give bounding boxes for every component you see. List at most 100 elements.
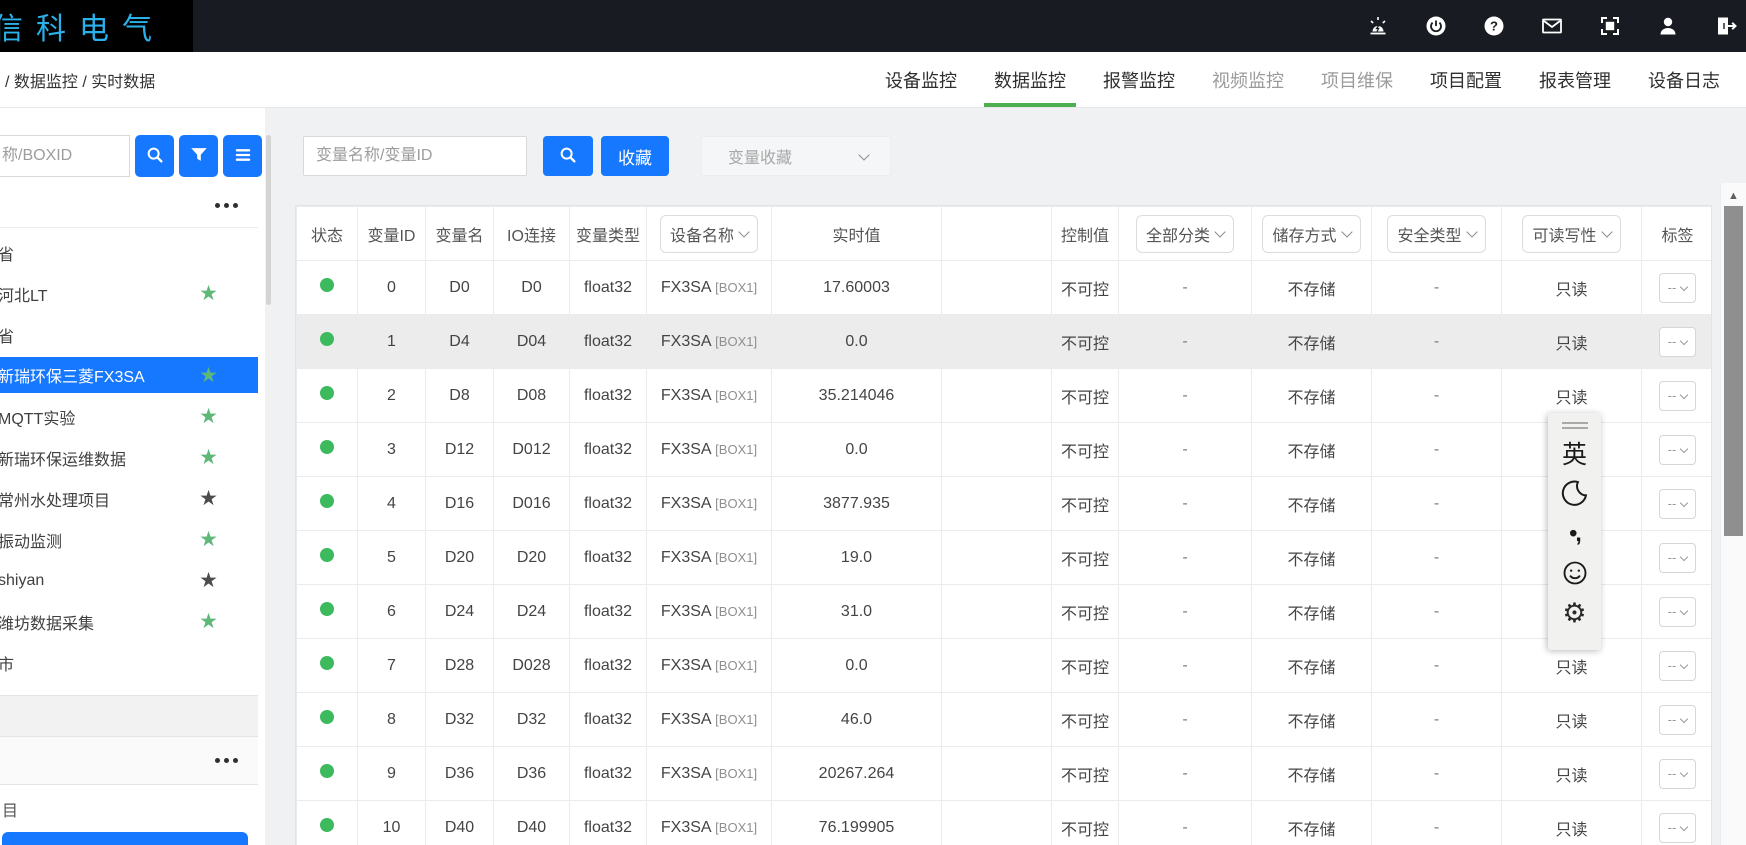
tag-select[interactable]: --	[1659, 435, 1697, 465]
sidebar-project-item[interactable]: 省 ★	[0, 232, 258, 273]
table-row[interactable]: 2 D8 D08 float32 FX3SA [BOX1] 35.214046 …	[297, 369, 1713, 423]
tag-select[interactable]: --	[1659, 381, 1697, 411]
favorite-button[interactable]: 收藏	[601, 136, 669, 176]
nav-tab-视频监控[interactable]: 视频监控	[1212, 52, 1284, 107]
tag-select[interactable]: --	[1659, 651, 1697, 681]
page-scrollbar[interactable]: ▲	[1720, 183, 1746, 845]
rw-select[interactable]: 可读写性	[1522, 215, 1620, 253]
tag-select[interactable]: --	[1659, 597, 1697, 627]
mail-icon[interactable]	[1540, 14, 1564, 38]
realtime-value-cell: 3877.935	[772, 477, 942, 531]
sidebar-scrollbar-thumb[interactable]	[266, 135, 271, 305]
project-search-button[interactable]	[135, 135, 174, 177]
tag-select[interactable]: --	[1659, 273, 1697, 303]
drag-handle-icon[interactable]	[1562, 422, 1588, 429]
sidebar-project-item[interactable]: 振动监测 ★	[0, 519, 258, 560]
tag-select[interactable]: --	[1659, 489, 1697, 519]
table-row[interactable]: 4 D16 D016 float32 FX3SA [BOX1] 3877.935…	[297, 477, 1713, 531]
logout-icon[interactable]	[1714, 14, 1738, 38]
nav-tab-项目配置[interactable]: 项目配置	[1430, 52, 1502, 107]
tag-select[interactable]: --	[1659, 543, 1697, 573]
var-name-cell: D12	[426, 423, 494, 477]
table-row[interactable]: 10 D40 D40 float32 FX3SA [BOX1] 76.19990…	[297, 801, 1713, 845]
star-icon[interactable]: ★	[199, 365, 218, 386]
table-row[interactable]: 1 D4 D04 float32 FX3SA [BOX1] 0.0 不可控 - …	[297, 315, 1713, 369]
nav-tab-报表管理[interactable]: 报表管理	[1539, 52, 1611, 107]
settings-gear-icon[interactable]: ⚙	[1558, 597, 1592, 629]
project-search-input[interactable]	[0, 135, 130, 177]
table-row[interactable]: 5 D20 D20 float32 FX3SA [BOX1] 19.0 不可控 …	[297, 531, 1713, 585]
emoji-icon[interactable]	[1558, 557, 1592, 589]
device-select[interactable]: 设备名称	[660, 215, 758, 253]
help-icon[interactable]: ?	[1482, 14, 1506, 38]
sidebar-project-item[interactable]: MQTT实验 ★	[0, 396, 258, 437]
status-dot-icon	[320, 602, 334, 616]
security-cell: -	[1372, 801, 1502, 845]
sidebar-project-item[interactable]: shiyan ★	[0, 560, 258, 601]
io-cell: D08	[494, 369, 570, 423]
category-select[interactable]: 全部分类	[1136, 215, 1234, 253]
star-icon[interactable]: ★	[199, 570, 218, 591]
table-row[interactable]: 3 D12 D012 float32 FX3SA [BOX1] 0.0 不可控 …	[297, 423, 1713, 477]
nav-tab-报警监控[interactable]: 报警监控	[1103, 52, 1175, 107]
sidebar-project-item[interactable]: 常州水处理项目 ★	[0, 478, 258, 519]
sidebar-project-item[interactable]: 新瑞环保运维数据 ★	[0, 437, 258, 478]
table-row[interactable]: 8 D32 D32 float32 FX3SA [BOX1] 46.0 不可控 …	[297, 693, 1713, 747]
project-filter-button[interactable]	[179, 135, 218, 177]
tag-select[interactable]: --	[1659, 705, 1697, 735]
create-project-button[interactable]	[2, 832, 248, 845]
table-row[interactable]: 6 D24 D24 float32 FX3SA [BOX1] 31.0 不可控 …	[297, 585, 1713, 639]
logo: 信科电气	[0, 0, 193, 52]
project-menu-button[interactable]	[223, 135, 262, 177]
tag-cell: --	[1642, 801, 1713, 845]
variable-search-input[interactable]	[303, 136, 527, 176]
variable-search-button[interactable]	[543, 136, 593, 176]
security-cell: -	[1372, 639, 1502, 693]
tag-select[interactable]: --	[1659, 759, 1697, 789]
alarm-icon[interactable]	[1366, 14, 1390, 38]
star-icon[interactable]: ★	[199, 406, 218, 427]
sidebar-project-item[interactable]: 河北LT ★	[0, 273, 258, 314]
chevron-down-icon	[1680, 282, 1688, 290]
security-select[interactable]: 安全类型	[1387, 215, 1485, 253]
nav-tab-项目维保[interactable]: 项目维保	[1321, 52, 1393, 107]
nav-tab-设备日志[interactable]: 设备日志	[1648, 52, 1720, 107]
sidebar-collapsed-section[interactable]	[0, 695, 258, 737]
user-icon[interactable]	[1656, 14, 1680, 38]
nav-tab-数据监控[interactable]: 数据监控	[994, 52, 1066, 107]
sidebar-project-item[interactable]: 潍坊数据采集 ★	[0, 601, 258, 642]
scrollbar-thumb[interactable]	[1724, 206, 1743, 536]
more-options-icon[interactable]	[215, 758, 238, 763]
table-row[interactable]: 0 D0 D0 float32 FX3SA [BOX1] 17.60003 不可…	[297, 261, 1713, 315]
sidebar-project-item[interactable]: 省 ★	[0, 314, 258, 355]
var-name-cell: D20	[426, 531, 494, 585]
language-toggle[interactable]: 英	[1558, 437, 1592, 469]
scroll-up-arrow[interactable]: ▲	[1721, 190, 1746, 202]
storage-select[interactable]: 储存方式	[1262, 215, 1360, 253]
table-row[interactable]: 9 D36 D36 float32 FX3SA [BOX1] 20267.264…	[297, 747, 1713, 801]
tag-select[interactable]: --	[1659, 813, 1697, 843]
fullscreen-icon[interactable]	[1598, 14, 1622, 38]
star-icon[interactable]: ★	[199, 283, 218, 304]
security-cell: -	[1372, 369, 1502, 423]
star-icon[interactable]: ★	[199, 611, 218, 632]
star-icon[interactable]: ★	[199, 447, 218, 468]
punctuation-icon[interactable]: •,	[1558, 517, 1592, 549]
power-icon[interactable]	[1424, 14, 1448, 38]
star-icon[interactable]: ★	[199, 488, 218, 509]
sidebar-project-item[interactable]: 新瑞环保三菱FX3SA ★	[0, 357, 258, 393]
table-row[interactable]: 7 D28 D028 float32 FX3SA [BOX1] 0.0 不可控 …	[297, 639, 1713, 693]
favorite-select[interactable]: 变量收藏	[701, 136, 891, 176]
project-item-label: 市	[0, 651, 14, 675]
nav-tab-设备监控[interactable]: 设备监控	[885, 52, 957, 107]
sidebar-scrollbar[interactable]	[265, 135, 272, 845]
tag-cell: --	[1642, 531, 1713, 585]
dark-mode-icon[interactable]	[1558, 477, 1592, 509]
box-tag: [BOX1]	[715, 658, 757, 673]
sidebar-project-item[interactable]: 市 ★	[0, 642, 258, 683]
blank-cell	[942, 639, 1052, 693]
more-options-icon[interactable]	[215, 203, 238, 208]
star-icon[interactable]: ★	[199, 529, 218, 550]
tag-select[interactable]: --	[1659, 327, 1697, 357]
chevron-down-icon	[1680, 390, 1688, 398]
